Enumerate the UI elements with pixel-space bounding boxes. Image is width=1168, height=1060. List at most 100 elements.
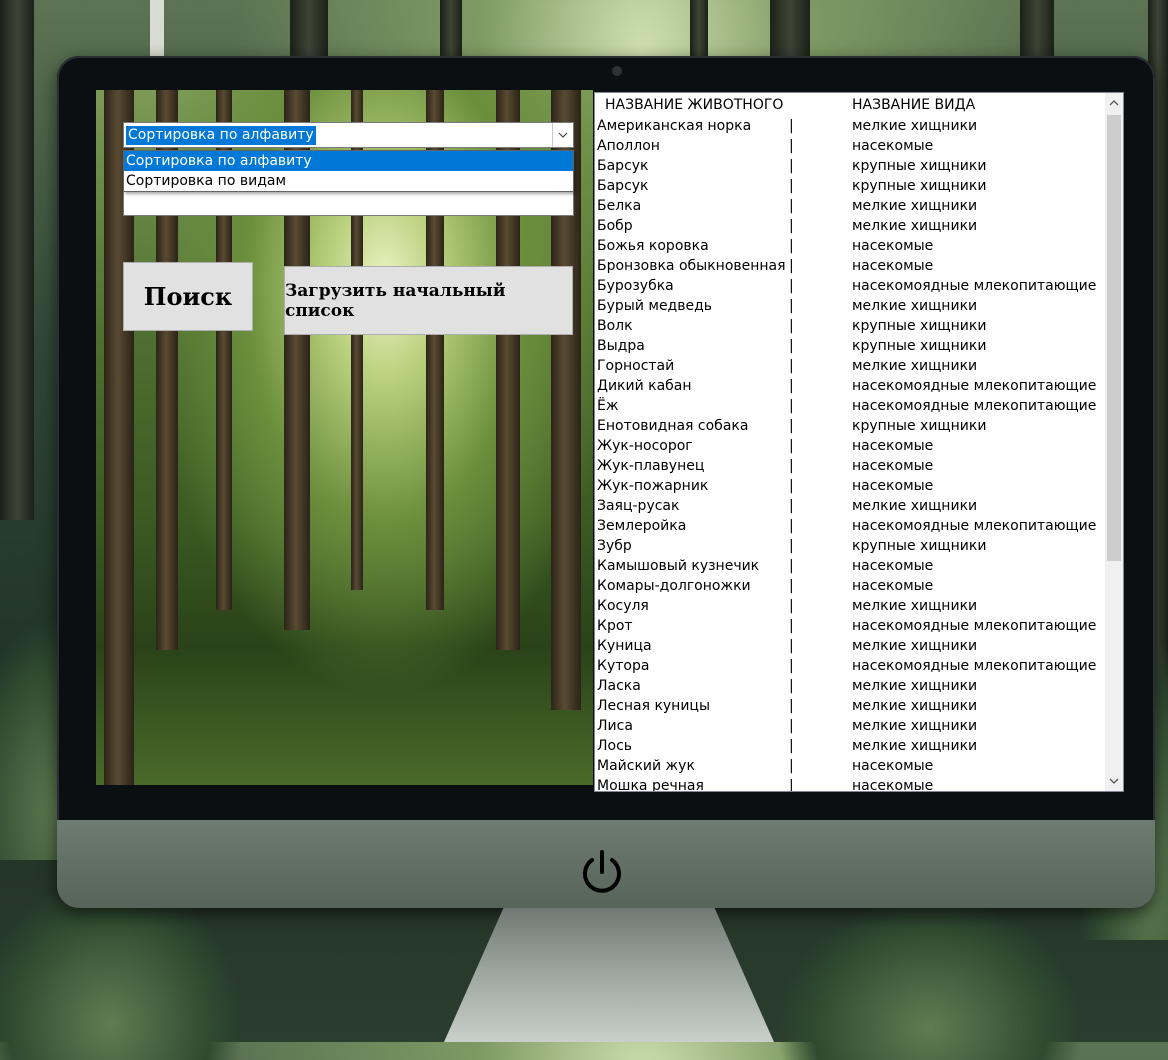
list-item[interactable]: Кутора | насекомоядные млекопитающие — [595, 656, 1103, 676]
list-item[interactable]: Майский жук | насекомые — [595, 756, 1103, 776]
list-item[interactable]: Выдра | крупные хищники — [595, 336, 1103, 356]
load-initial-list-button[interactable]: Загрузить начальный список — [284, 266, 573, 335]
column-separator: | — [789, 358, 794, 374]
animal-name: Дикий кабан — [597, 378, 692, 394]
list-item[interactable]: Камышовый кузнечик | насекомые — [595, 556, 1103, 576]
animal-name: Ёж — [597, 398, 619, 414]
vertical-scrollbar[interactable] — [1105, 93, 1123, 791]
list-item[interactable]: Землеройка | насекомоядные млекопитающие — [595, 516, 1103, 536]
column-separator: | — [789, 258, 794, 274]
sort-combobox-value: Сортировка по алфавиту — [126, 126, 316, 145]
list-item[interactable]: Барсук | крупные хищники — [595, 176, 1103, 196]
column-separator: | — [789, 478, 794, 494]
column-separator: | — [789, 378, 794, 394]
animal-name: Зубр — [597, 538, 632, 554]
list-item[interactable]: Мошка речная | насекомые — [595, 776, 1103, 792]
animal-name: Жук-плавунец — [597, 458, 705, 474]
list-item[interactable]: Дикий кабан | насекомоядные млекопитающие — [595, 376, 1103, 396]
list-item[interactable]: Ёж | насекомоядные млекопитающие — [595, 396, 1103, 416]
species-name: насекомые — [852, 758, 934, 774]
column-separator: | — [789, 178, 794, 194]
species-name: мелкие хищники — [852, 498, 978, 514]
column-separator: | — [789, 198, 794, 214]
scroll-down-icon[interactable] — [1105, 771, 1123, 791]
list-item[interactable]: Крот | насекомоядные млекопитающие — [595, 616, 1103, 636]
animal-name: Заяц-русак — [597, 498, 680, 514]
chevron-down-icon[interactable] — [552, 123, 573, 147]
animal-name: Выдра — [597, 338, 645, 354]
list-rows: Американская норка | мелкие хищники Аполлон… — [595, 116, 1103, 792]
monitor-stand — [444, 908, 774, 1042]
species-name: насекомые — [852, 478, 934, 494]
species-name: мелкие хищники — [852, 698, 978, 714]
column-separator: | — [789, 218, 794, 234]
list-item[interactable]: Заяц-русак | мелкие хищники — [595, 496, 1103, 516]
animal-name: Американская норка — [597, 118, 752, 134]
list-item[interactable]: Ласка | мелкие хищники — [595, 676, 1103, 696]
list-item[interactable]: Лиса | мелкие хищники — [595, 716, 1103, 736]
list-item[interactable]: Комары-долгоножки | насекомые — [595, 576, 1103, 596]
animal-name: Барсук — [597, 178, 649, 194]
species-name: мелкие хищники — [852, 718, 978, 734]
species-name: насекомые — [852, 138, 934, 154]
list-item[interactable]: Куница | мелкие хищники — [595, 636, 1103, 656]
list-item[interactable]: Американская норка | мелкие хищники — [595, 116, 1103, 136]
sort-dropdown-list: Сортировка по алфавиту Сортировка по вид… — [123, 150, 574, 192]
species-name: крупные хищники — [852, 538, 987, 554]
list-item[interactable]: Горностай | мелкие хищники — [595, 356, 1103, 376]
column-separator: | — [789, 338, 794, 354]
column-separator: | — [789, 238, 794, 254]
list-item[interactable]: Жук-носорог | насекомые — [595, 436, 1103, 456]
search-input[interactable] — [123, 190, 574, 216]
column-separator: | — [789, 558, 794, 574]
animal-name: Жук-носорог — [597, 438, 693, 454]
list-item[interactable]: Бурозубка | насекомоядные млекопитающие — [595, 276, 1103, 296]
list-item[interactable]: Аполлон | насекомые — [595, 136, 1103, 156]
column-separator: | — [789, 438, 794, 454]
column-separator: | — [789, 418, 794, 434]
animal-name: Лиса — [597, 718, 633, 734]
animal-name: Ласка — [597, 678, 641, 694]
sort-option-species[interactable]: Сортировка по видам — [124, 171, 573, 191]
list-item[interactable]: Лось | мелкие хищники — [595, 736, 1103, 756]
species-name: крупные хищники — [852, 178, 987, 194]
animal-name: Крот — [597, 618, 633, 634]
list-item[interactable]: Жук-пожарник | насекомые — [595, 476, 1103, 496]
list-item[interactable]: Барсук | крупные хищники — [595, 156, 1103, 176]
animal-name: Бурозубка — [597, 278, 674, 294]
species-name: мелкие хищники — [852, 638, 978, 654]
list-item[interactable]: Волк | крупные хищники — [595, 316, 1103, 336]
power-icon[interactable] — [575, 846, 629, 900]
list-item[interactable]: Божья коровка | насекомые — [595, 236, 1103, 256]
animal-listbox[interactable]: НАЗВАНИЕ ЖИВОТНОГО НАЗВАНИЕ ВИДА Америка… — [594, 92, 1124, 792]
column-separator: | — [789, 738, 794, 754]
animal-name: Белка — [597, 198, 642, 214]
list-item[interactable]: Бобр | мелкие хищники — [595, 216, 1103, 236]
scrollbar-thumb[interactable] — [1107, 115, 1121, 561]
animal-name: Камышовый кузнечик — [597, 558, 760, 574]
list-item[interactable]: Лесная куницы | мелкие хищники — [595, 696, 1103, 716]
column-separator: | — [789, 618, 794, 634]
species-name: мелкие хищники — [852, 358, 978, 374]
species-name: насекомые — [852, 778, 934, 792]
list-item[interactable]: Косуля | мелкие хищники — [595, 596, 1103, 616]
sort-combobox[interactable]: Сортировка по алфавиту — [123, 122, 574, 148]
column-separator: | — [789, 698, 794, 714]
list-item[interactable]: Жук-плавунец | насекомые — [595, 456, 1103, 476]
sort-option-alphabet[interactable]: Сортировка по алфавиту — [124, 151, 573, 171]
animal-name: Кутора — [597, 658, 650, 674]
species-name: крупные хищники — [852, 418, 987, 434]
column-separator: | — [789, 678, 794, 694]
list-item[interactable]: Бронзовка обыкновенная | насекомые — [595, 256, 1103, 276]
list-item[interactable]: Бурый медведь | мелкие хищники — [595, 296, 1103, 316]
animal-name: Аполлон — [597, 138, 660, 154]
species-name: насекомоядные млекопитающие — [852, 378, 1097, 394]
column-separator: | — [789, 718, 794, 734]
list-item[interactable]: Енотовидная собака | крупные хищники — [595, 416, 1103, 436]
search-button[interactable]: Поиск — [123, 262, 253, 331]
column-separator: | — [789, 398, 794, 414]
list-item[interactable]: Белка | мелкие хищники — [595, 196, 1103, 216]
list-item[interactable]: Зубр | крупные хищники — [595, 536, 1103, 556]
animal-name: Бурый медведь — [597, 298, 713, 314]
scroll-up-icon[interactable] — [1105, 93, 1123, 113]
